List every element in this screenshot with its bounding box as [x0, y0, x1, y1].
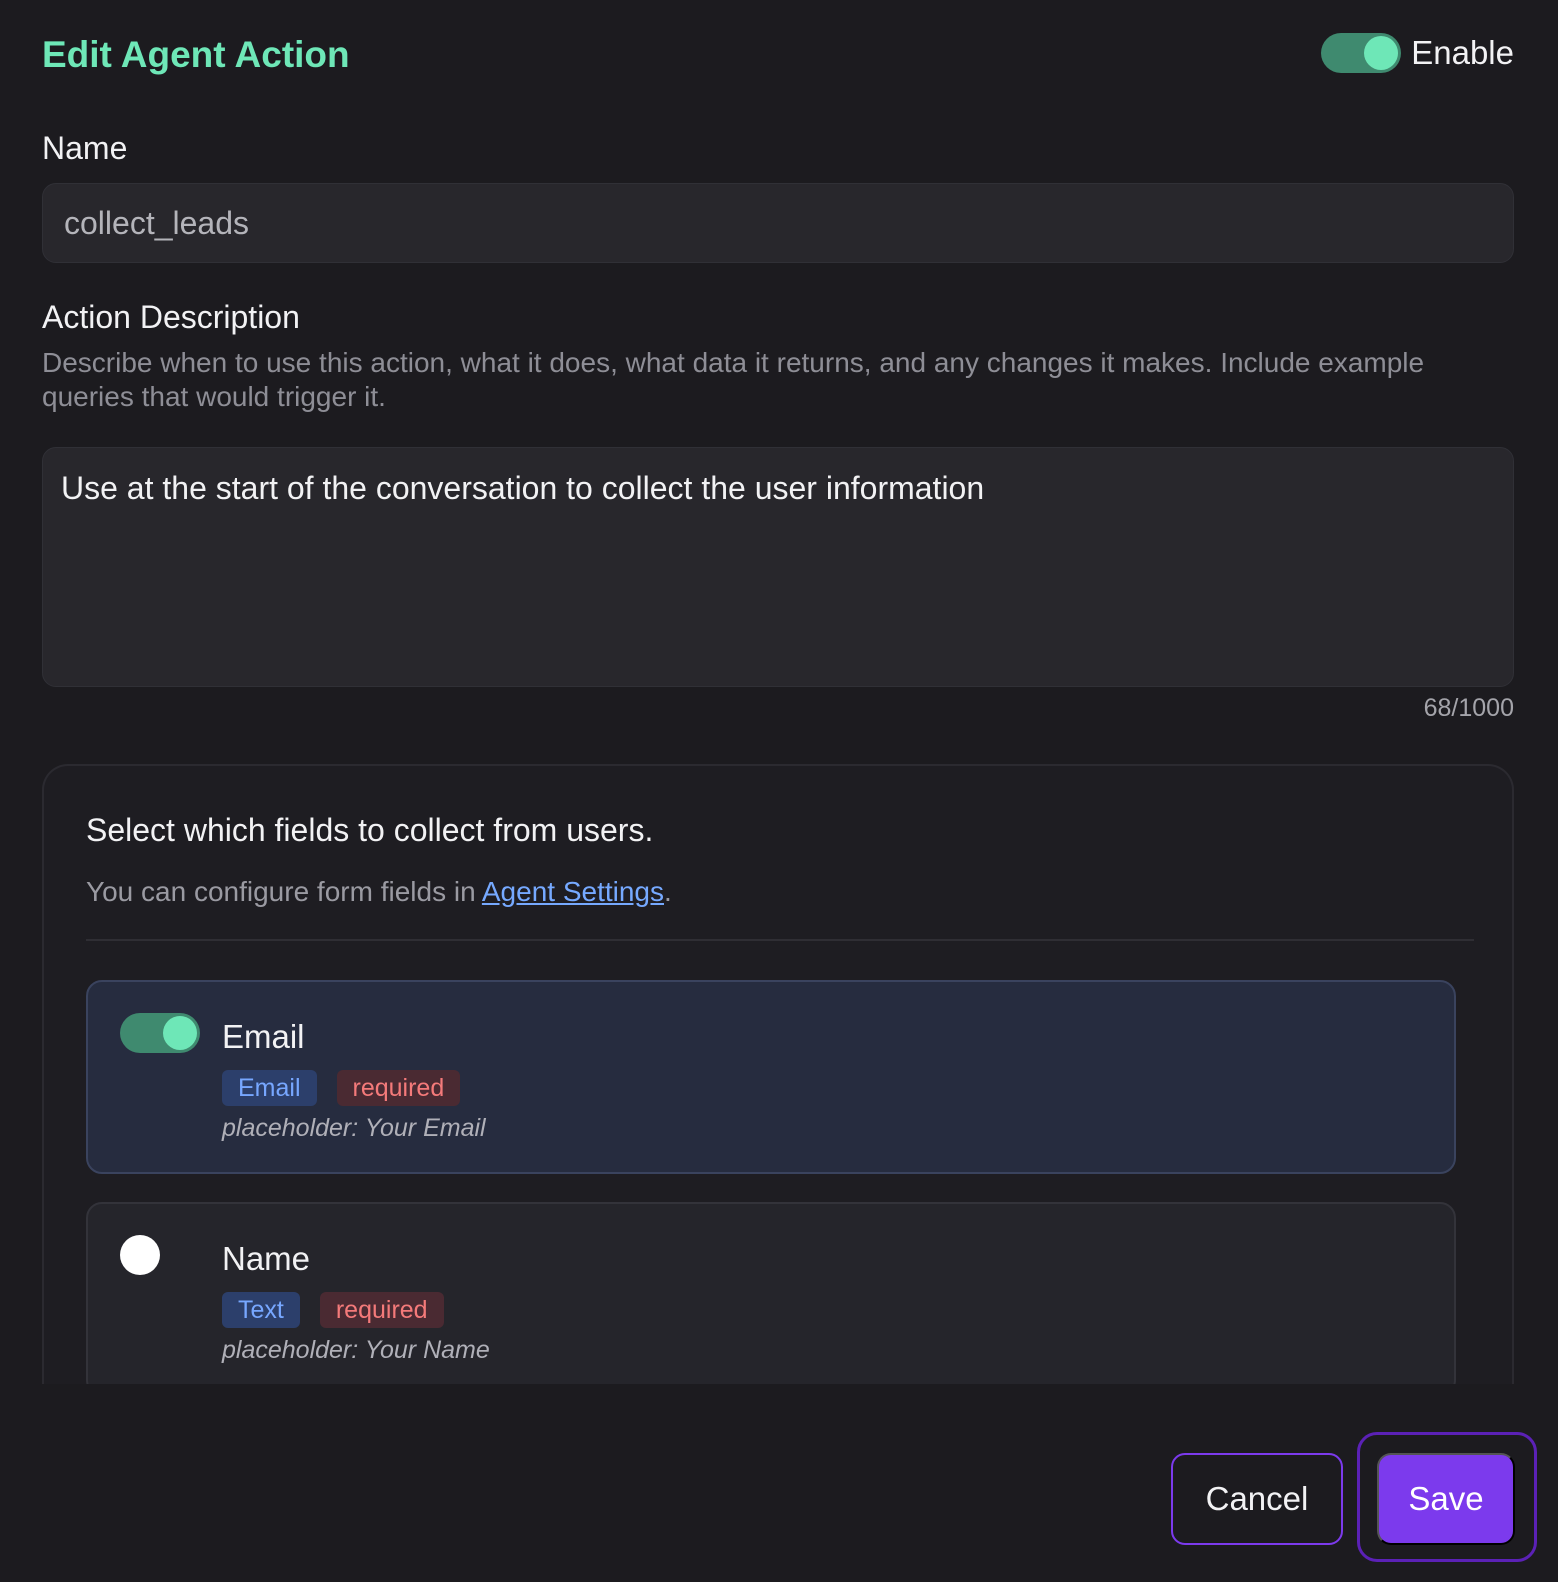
email-field-toggle[interactable]: [120, 1013, 200, 1053]
field-card-email[interactable]: Email Email required placeholder: Your E…: [86, 980, 1456, 1174]
description-help-text: Describe when to use this action, what i…: [42, 347, 1425, 412]
description-label: Action Description: [42, 299, 300, 335]
required-badge: required: [336, 1070, 461, 1106]
character-counter: 68/1000: [1423, 694, 1514, 722]
name-input[interactable]: collect_leads: [42, 183, 1514, 263]
field-placeholder: placeholder: Your Email: [222, 1114, 486, 1142]
fields-panel: Select which fields to collect from user…: [42, 764, 1514, 1384]
toggle-knob: [1364, 36, 1399, 70]
field-card-name[interactable]: Name Text required placeholder: Your Nam…: [86, 1202, 1456, 1384]
fields-heading: Select which fields to collect from user…: [86, 812, 654, 848]
description-textarea[interactable]: Use at the start of the conversation to …: [42, 447, 1514, 687]
enable-toggle-group[interactable]: Enable: [1321, 33, 1514, 73]
cancel-button[interactable]: Cancel: [1171, 1453, 1343, 1545]
fields-subtext-suffix: .: [664, 876, 672, 907]
fields-subtext: You can configure form fields in Agent S…: [86, 876, 672, 908]
name-field-toggle[interactable]: [120, 1235, 160, 1275]
page-title: Edit Agent Action: [42, 34, 350, 75]
agent-settings-link[interactable]: Agent Settings: [482, 876, 664, 907]
toggle-knob: [163, 1016, 197, 1050]
field-placeholder: placeholder: Your Name: [222, 1336, 490, 1364]
field-badges: Text required: [222, 1292, 444, 1328]
field-title: Name: [222, 1240, 311, 1277]
type-badge: Text: [222, 1292, 300, 1328]
enable-toggle[interactable]: [1321, 33, 1402, 73]
divider: [86, 939, 1474, 941]
field-badges: Email required: [222, 1070, 461, 1106]
field-title: Email: [222, 1018, 305, 1055]
name-label: Name: [42, 130, 128, 166]
enable-label: Enable: [1411, 34, 1514, 71]
header: Edit Agent Action Enable: [42, 30, 1514, 78]
required-badge: required: [319, 1292, 444, 1328]
save-button[interactable]: Save: [1377, 1453, 1515, 1545]
fields-subtext-prefix: You can configure form fields in: [86, 876, 482, 907]
type-badge: Email: [222, 1070, 317, 1106]
edit-agent-action-page: Edit Agent Action Enable Name collect_le…: [0, 0, 1558, 1582]
